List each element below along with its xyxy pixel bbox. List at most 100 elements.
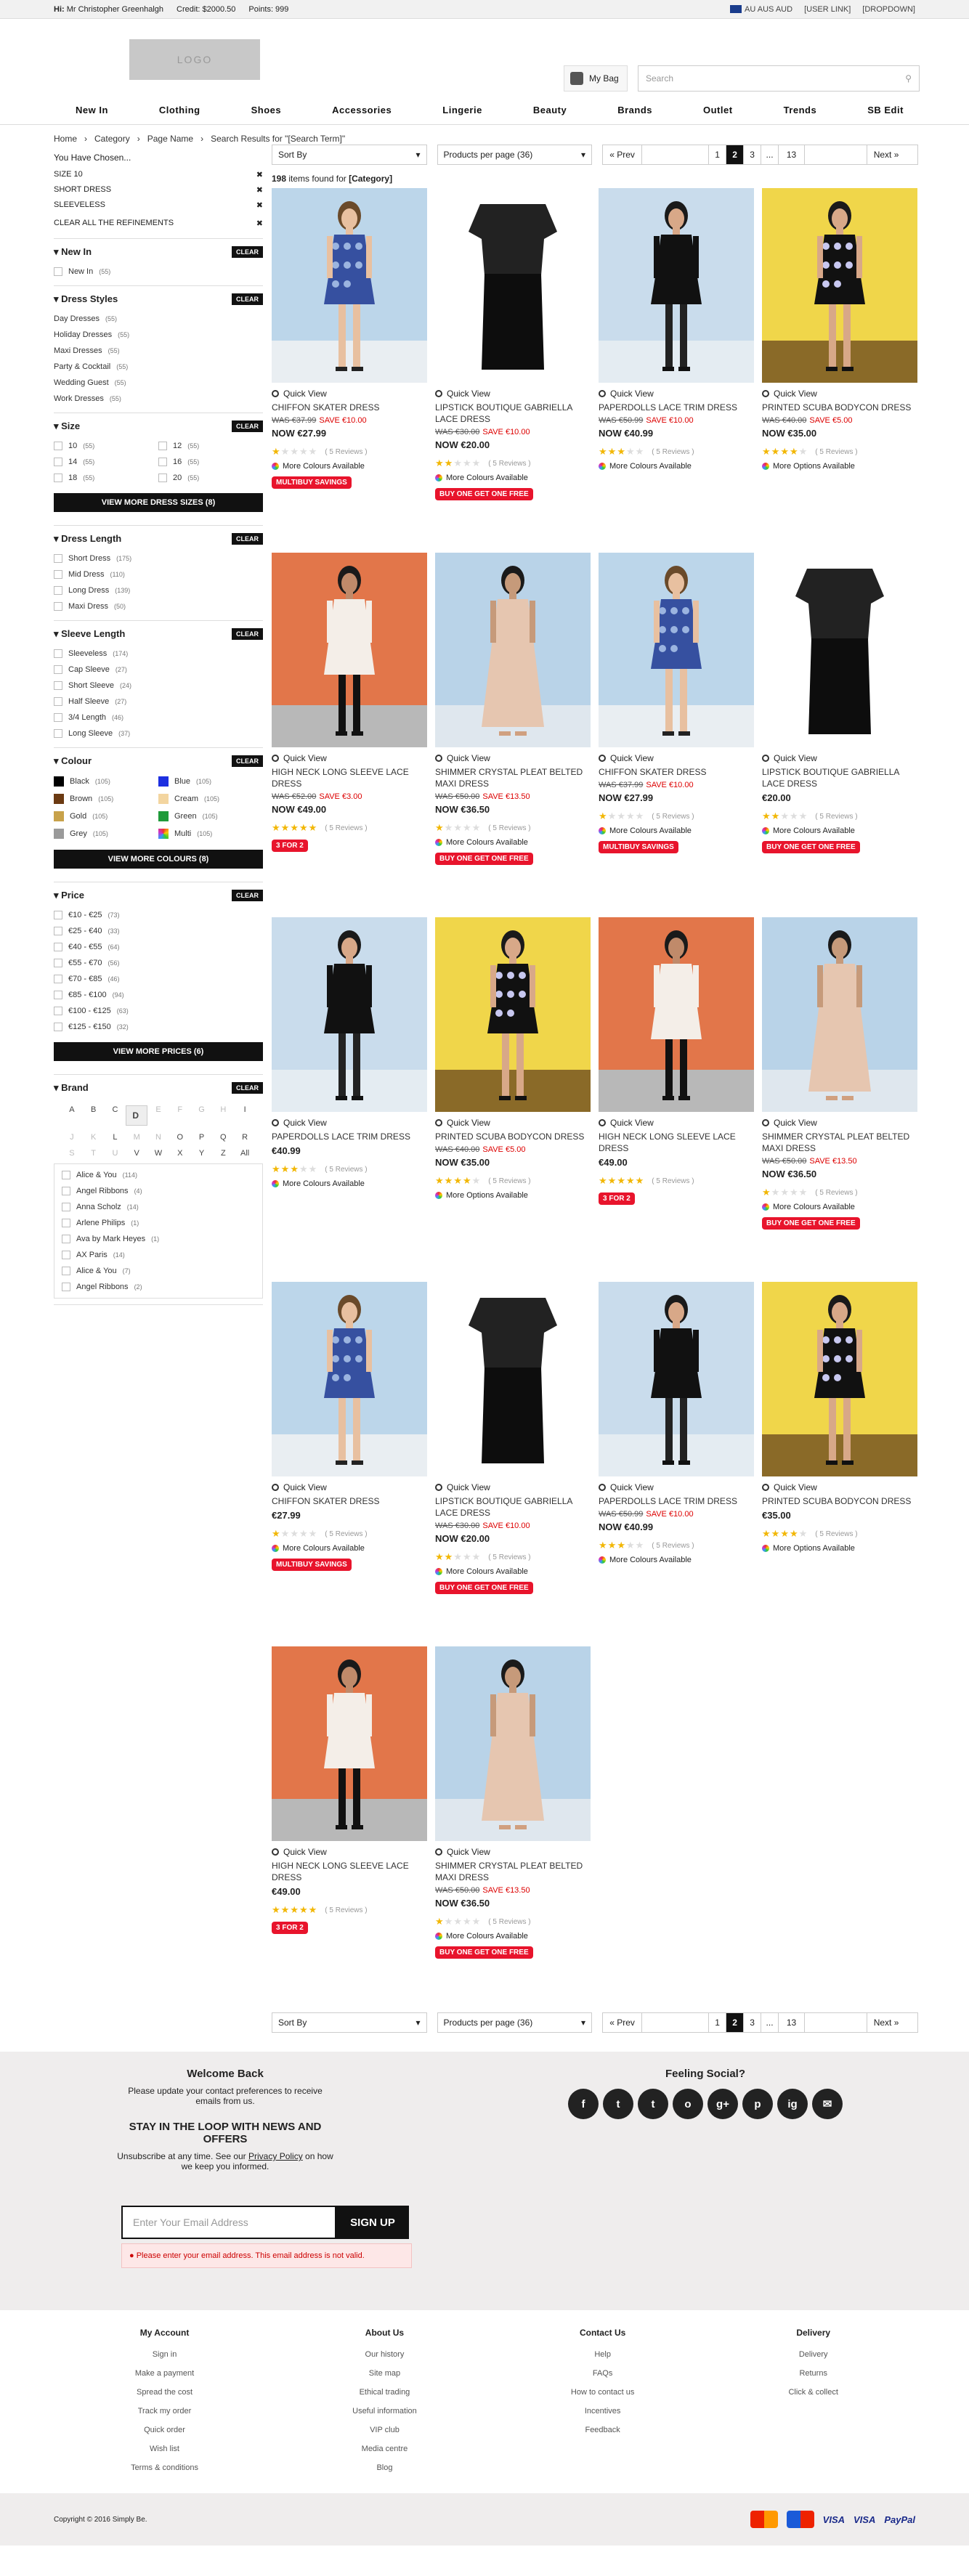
page-1[interactable]: 1 — [709, 145, 727, 164]
more-colours[interactable]: More Colours Available — [435, 474, 591, 482]
footer-link-faqs[interactable]: FAQs — [571, 2364, 634, 2383]
filter-option-cap-sleeve[interactable]: Cap Sleeve (27) — [54, 662, 263, 678]
product-image[interactable] — [762, 1282, 917, 1476]
filter-option-20[interactable]: 20 (55) — [158, 470, 263, 486]
product-name[interactable]: CHIFFON SKATER DRESS — [272, 1495, 427, 1507]
more-colours[interactable]: More Colours Available — [599, 1556, 754, 1564]
product-name[interactable]: CHIFFON SKATER DRESS — [599, 766, 754, 778]
product-name[interactable]: LIPSTICK BOUTIQUE GABRIELLA LACE DRESS — [435, 402, 591, 425]
checkbox[interactable] — [54, 911, 62, 919]
footer-link-click-collect[interactable]: Click & collect — [788, 2383, 838, 2402]
checkbox[interactable] — [54, 975, 62, 983]
review-count[interactable]: ( 5 Reviews ) — [815, 1189, 857, 1197]
filter-option-40-55[interactable]: €40 - €55 (64) — [54, 939, 263, 955]
product-image[interactable] — [272, 188, 427, 383]
quick-view-button[interactable]: Quick View — [599, 1118, 754, 1128]
footer-link-incentives[interactable]: Incentives — [571, 2402, 634, 2421]
product-image[interactable] — [599, 1282, 754, 1476]
product-name[interactable]: PAPERDOLLS LACE TRIM DRESS — [599, 402, 754, 413]
filter-option-black[interactable]: Black (105) — [54, 773, 158, 790]
clear-button[interactable]: CLEAR — [232, 755, 263, 767]
product-image[interactable] — [272, 1646, 427, 1841]
filter-option-new-in[interactable]: New In (55) — [54, 264, 263, 280]
product-name[interactable]: HIGH NECK LONG SLEEVE LACE DRESS — [272, 1860, 427, 1883]
product-image[interactable] — [272, 553, 427, 747]
checkbox[interactable] — [62, 1171, 70, 1179]
brand-letter-r[interactable]: R — [234, 1133, 256, 1142]
checkbox[interactable] — [62, 1283, 70, 1291]
brand-letter-x[interactable]: X — [169, 1149, 191, 1158]
filter-option-ax-paris[interactable]: AX Paris (14) — [62, 1247, 255, 1263]
page-1[interactable]: 1 — [709, 2013, 727, 2032]
review-count[interactable]: ( 5 Reviews ) — [815, 813, 857, 821]
footer-link-ethical-trading[interactable]: Ethical trading — [352, 2383, 417, 2402]
quick-view-button[interactable]: Quick View — [272, 1118, 427, 1128]
quick-view-button[interactable]: Quick View — [762, 1482, 917, 1492]
filter-option-holiday-dresses[interactable]: Holiday Dresses (55) — [54, 327, 263, 343]
filter-option-green[interactable]: Green (105) — [158, 808, 263, 825]
review-count[interactable]: ( 5 Reviews ) — [325, 1906, 367, 1914]
nav-item-trends[interactable]: Trends — [784, 105, 817, 115]
search-icon[interactable]: ⚲ — [905, 73, 912, 84]
product-image[interactable] — [435, 1646, 591, 1841]
filter-option-10[interactable]: 10 (55) — [54, 438, 158, 454]
sign-up-button[interactable]: SIGN UP — [336, 2206, 409, 2239]
checkbox[interactable] — [62, 1203, 70, 1211]
checkbox[interactable] — [54, 586, 62, 595]
product-image[interactable] — [272, 917, 427, 1112]
product-name[interactable]: SHIMMER CRYSTAL PLEAT BELTED MAXI DRESS — [762, 1131, 917, 1154]
quick-view-button[interactable]: Quick View — [599, 1482, 754, 1492]
filter-option-day-dresses[interactable]: Day Dresses (55) — [54, 311, 263, 327]
clear-button[interactable]: CLEAR — [232, 1082, 263, 1094]
quick-view-button[interactable]: Quick View — [272, 389, 427, 399]
filter-header[interactable]: ▾ Brand CLEAR — [54, 1082, 263, 1094]
filter-header[interactable]: ▾ Dress Styles CLEAR — [54, 293, 263, 305]
facebook-icon[interactable]: f — [568, 2089, 599, 2119]
quick-view-button[interactable]: Quick View — [272, 1482, 427, 1492]
page-13[interactable]: 13 — [779, 145, 806, 164]
clear-button[interactable]: CLEAR — [232, 420, 263, 432]
nav-item-new-in[interactable]: New In — [76, 105, 108, 115]
checkbox[interactable] — [54, 1023, 62, 1031]
quick-view-button[interactable]: Quick View — [762, 1118, 917, 1128]
clear-button[interactable]: CLEAR — [232, 533, 263, 545]
product-image[interactable] — [762, 917, 917, 1112]
filter-header[interactable]: ▾ Size CLEAR — [54, 420, 263, 432]
checkbox[interactable] — [54, 1007, 62, 1015]
footer-link-sign-in[interactable]: Sign in — [131, 2345, 198, 2364]
brand-letter-b[interactable]: B — [83, 1105, 105, 1126]
product-image[interactable] — [435, 917, 591, 1112]
footer-link-our-history[interactable]: Our history — [352, 2345, 417, 2364]
email-field[interactable]: Enter Your Email Address — [121, 2206, 336, 2239]
checkbox[interactable] — [54, 713, 62, 722]
footer-link-media-centre[interactable]: Media centre — [352, 2439, 417, 2458]
more-colours[interactable]: More Colours Available — [599, 826, 754, 835]
instagram-icon[interactable]: ig — [777, 2089, 808, 2119]
filter-option-maxi-dress[interactable]: Maxi Dress (50) — [54, 598, 263, 614]
filter-option-55-70[interactable]: €55 - €70 (56) — [54, 955, 263, 971]
product-name[interactable]: HIGH NECK LONG SLEEVE LACE DRESS — [272, 766, 427, 789]
brand-letter-y[interactable]: Y — [191, 1149, 213, 1158]
prev-page-button[interactable]: « Prev — [603, 145, 643, 164]
more-colours[interactable]: More Colours Available — [272, 1544, 427, 1553]
next-page-button[interactable]: Next » — [867, 145, 905, 164]
footer-link-useful-information[interactable]: Useful information — [352, 2402, 417, 2421]
page-2[interactable]: 2 — [726, 2013, 745, 2032]
brand-letter-o[interactable]: O — [169, 1133, 191, 1142]
filter-option-grey[interactable]: Grey (105) — [54, 825, 158, 842]
clear-button[interactable]: CLEAR — [232, 246, 263, 258]
filter-header[interactable]: ▾ Dress Length CLEAR — [54, 533, 263, 545]
view-more-button[interactable]: VIEW MORE DRESS SIZES (8) — [54, 493, 263, 512]
filter-option-cream[interactable]: Cream (105) — [158, 790, 263, 808]
my-bag-button[interactable]: My Bag — [564, 65, 628, 92]
checkbox[interactable] — [62, 1251, 70, 1259]
checkbox[interactable] — [54, 267, 62, 276]
filter-option-100-125[interactable]: €100 - €125 (63) — [54, 1003, 263, 1019]
filter-option-maxi-dresses[interactable]: Maxi Dresses (55) — [54, 343, 263, 359]
filter-option-14[interactable]: 14 (55) — [54, 454, 158, 470]
clear-all-refinements[interactable]: CLEAR ALL THE REFINEMENTS ✖ — [54, 213, 263, 239]
review-count[interactable]: ( 5 Reviews ) — [652, 813, 694, 821]
checkbox[interactable] — [54, 554, 62, 563]
more-colours[interactable]: More Colours Available — [762, 1203, 917, 1211]
filter-header[interactable]: ▾ Price CLEAR — [54, 890, 263, 901]
